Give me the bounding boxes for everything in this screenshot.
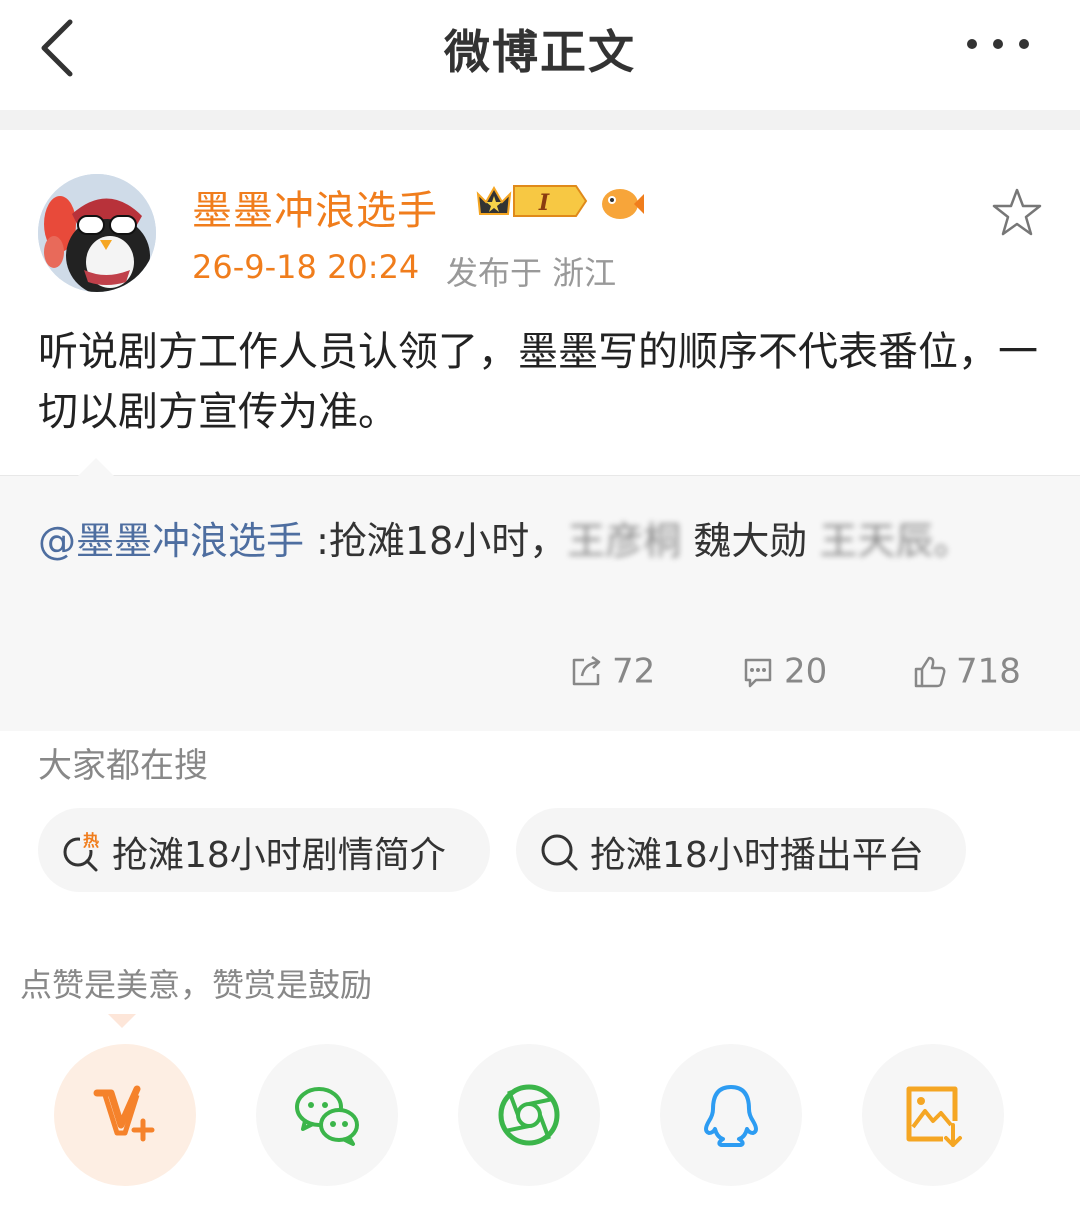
repost-card[interactable]: @墨墨冲浪选手 :抢滩18小时，王彦桐 魏大勋 王天辰。 72 20 718 — [0, 458, 1080, 731]
vplus-reward-button[interactable] — [54, 1044, 196, 1186]
repost-body: @墨墨冲浪选手 :抢滩18小时，王彦桐 魏大勋 王天辰。 — [38, 512, 1028, 570]
username[interactable]: 墨墨冲浪选手 — [192, 178, 438, 236]
comment-button[interactable]: 20 — [740, 650, 827, 698]
post-card: 墨墨冲浪选手 I 26-9-18 20:24 发布于 浙江 听说剧方工作人员认领… — [0, 130, 1080, 475]
top-nav-bar: 微博正文 — [0, 0, 1080, 110]
post-body: 听说剧方工作人员认领了，墨墨写的顺序不代表番位，一切以剧方宣传为准。 — [38, 329, 1038, 435]
member-badge[interactable]: I — [472, 180, 590, 222]
post-timestamp: 26-9-18 20:24 — [192, 248, 420, 286]
page-title: 微博正文 — [444, 25, 636, 79]
penguin-avatar-icon — [38, 174, 156, 292]
repost-text-middle: 魏大勋 — [681, 519, 820, 563]
share-qq-button[interactable] — [660, 1044, 802, 1186]
search-chip-plot-summary[interactable]: 热 抢滩18小时剧情简介 — [38, 808, 490, 892]
blurred-name-1: 王彦桐 — [567, 519, 682, 563]
post-location: 发布于 浙江 — [446, 254, 617, 292]
save-image-icon — [906, 1086, 962, 1147]
share-moments-button[interactable] — [458, 1044, 600, 1186]
repost-count: 72 — [612, 651, 656, 692]
moments-icon — [498, 1084, 560, 1146]
wechat-icon — [295, 1087, 359, 1146]
like-count: 718 — [956, 651, 1021, 692]
crown-badge-icon: I — [476, 185, 588, 217]
search-chip-label: 抢滩18小时剧情简介 — [112, 835, 446, 876]
search-chip-label: 抢滩18小时播出平台 — [590, 835, 924, 876]
more-dots-icon — [967, 39, 1029, 49]
thumbs-up-icon — [914, 656, 946, 687]
badge-label: I — [538, 190, 550, 216]
more-button[interactable] — [960, 24, 1040, 64]
hot-search-icon: 热 — [63, 830, 102, 872]
comment-count: 20 — [784, 651, 828, 692]
comment-icon — [744, 658, 772, 687]
avatar[interactable] — [38, 174, 156, 292]
mention-link[interactable]: @墨墨冲浪选手 — [38, 519, 304, 563]
share-wechat-button[interactable] — [256, 1044, 398, 1186]
save-image-button[interactable] — [862, 1044, 1004, 1186]
fish-badge[interactable] — [598, 182, 646, 224]
vplus-icon — [93, 1085, 155, 1142]
reward-hint: 点赞是美意，赞赏是鼓励 — [20, 966, 373, 1004]
blurred-name-2: 王天辰。 — [819, 519, 972, 563]
repost-caret — [78, 458, 114, 476]
hot-tag: 热 — [83, 831, 99, 850]
search-icon — [541, 834, 578, 871]
like-button[interactable]: 718 — [912, 650, 1021, 698]
repost-icon — [572, 655, 601, 685]
trending-search-heading: 大家都在搜 — [38, 746, 208, 786]
qq-icon — [704, 1085, 758, 1147]
repost-button[interactable]: 72 — [568, 650, 655, 698]
header-divider — [0, 110, 1080, 130]
star-icon — [992, 188, 1042, 236]
favorite-button[interactable] — [990, 186, 1044, 240]
share-caret — [108, 1014, 136, 1028]
search-chip-platform[interactable]: 抢滩18小时播出平台 — [516, 808, 966, 892]
fish-icon — [602, 189, 644, 219]
repost-text-part: :抢滩18小时， — [304, 519, 568, 563]
